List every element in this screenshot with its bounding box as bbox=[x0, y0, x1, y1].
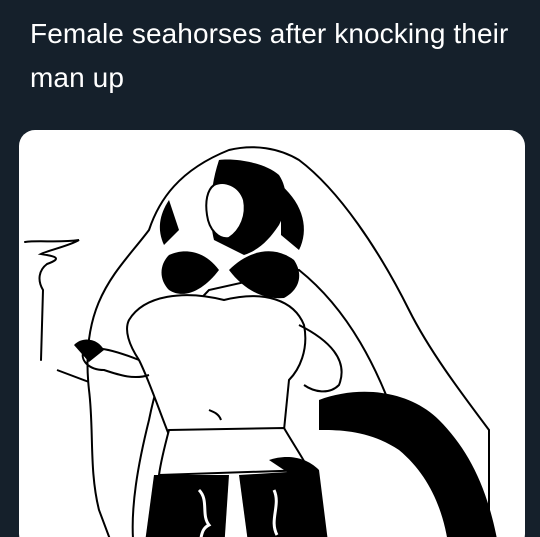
tweet-view: Female seahorses after knocking their ma… bbox=[0, 0, 540, 537]
cigarette bbox=[56, 369, 90, 383]
tweet-media-image[interactable] bbox=[19, 130, 525, 537]
left-leg bbox=[145, 475, 229, 537]
tweet-text: Female seahorses after knocking their ma… bbox=[30, 18, 509, 93]
smoke-line bbox=[24, 239, 80, 361]
illustration-image bbox=[24, 146, 497, 537]
right-leg bbox=[239, 470, 328, 537]
